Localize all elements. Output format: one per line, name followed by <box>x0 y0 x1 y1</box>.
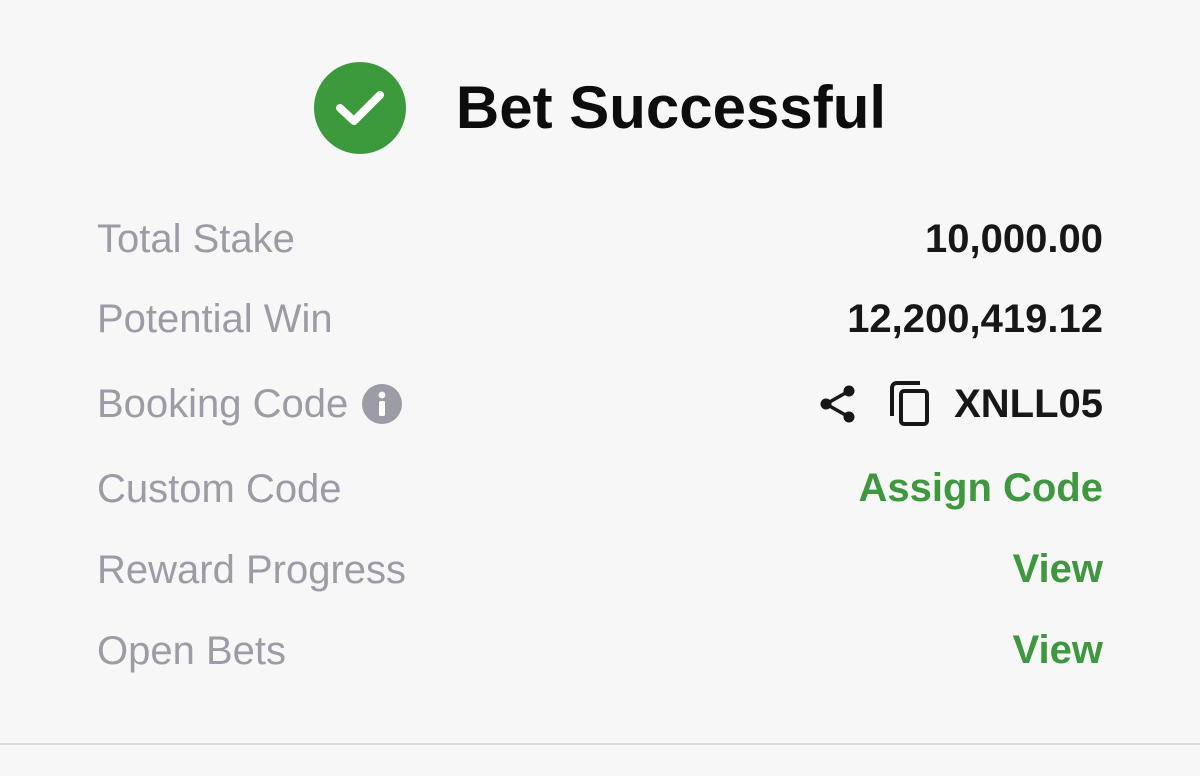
potential-win-value: 12,200,419.12 <box>847 297 1103 341</box>
total-stake-row: Total Stake 10,000.00 <box>97 200 1103 278</box>
copy-icon[interactable] <box>888 380 932 428</box>
info-icon[interactable] <box>362 384 403 424</box>
booking-code-value-group: XNLL05 <box>816 380 1103 428</box>
open-bets-label: Open Bets <box>97 628 287 673</box>
total-stake-label: Total Stake <box>97 217 295 261</box>
reward-progress-label: Reward Progress <box>97 547 407 592</box>
potential-win-label: Potential Win <box>97 297 333 341</box>
page-title: Bet Successful <box>455 74 887 141</box>
info-glyph <box>378 391 386 416</box>
assign-code-link[interactable]: Assign Code <box>859 466 1103 511</box>
reward-progress-view-link[interactable]: View <box>1013 547 1103 592</box>
open-bets-row: Open Bets View <box>97 610 1103 691</box>
booking-code-value: XNLL05 <box>954 382 1103 426</box>
booking-code-label-group: Booking Code <box>97 382 403 426</box>
check-icon <box>335 91 384 125</box>
reward-progress-row: Reward Progress View <box>97 529 1103 610</box>
bet-details-list: Total Stake 10,000.00 Potential Win 12,2… <box>97 200 1103 691</box>
check-circle-icon <box>313 62 406 154</box>
bet-success-screen: Bet Successful Total Stake 10,000.00 Pot… <box>0 0 1200 776</box>
success-header: Bet Successful <box>0 62 1200 154</box>
total-stake-value: 10,000.00 <box>925 217 1103 261</box>
custom-code-label: Custom Code <box>97 466 342 511</box>
potential-win-row: Potential Win 12,200,419.12 <box>97 278 1103 360</box>
booking-code-row: Booking Code XNLL05 <box>97 360 1103 448</box>
booking-code-label: Booking Code <box>97 382 349 426</box>
custom-code-row: Custom Code Assign Code <box>97 448 1103 529</box>
share-icon[interactable] <box>816 382 860 426</box>
bottom-divider <box>0 743 1200 745</box>
open-bets-view-link[interactable]: View <box>1013 628 1103 673</box>
